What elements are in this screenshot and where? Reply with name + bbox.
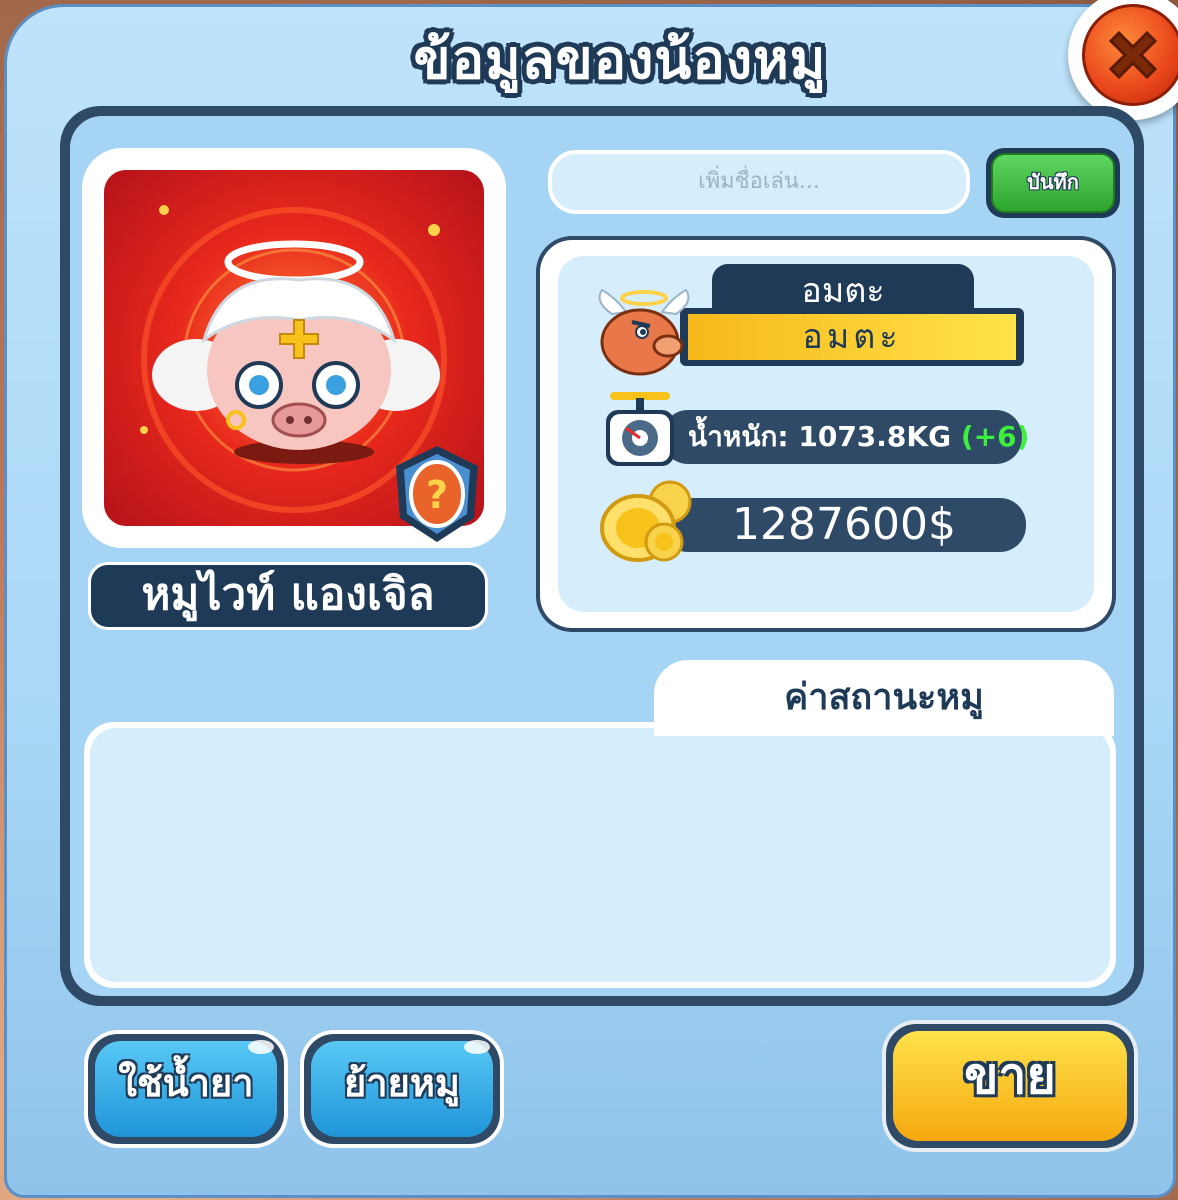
svg-text:?: ?	[426, 473, 448, 517]
weight-bar: น้ำหนัก: 1073.8KG (+6)	[662, 410, 1029, 464]
gold-coins-icon	[598, 478, 702, 568]
weight-text: น้ำหนัก: 1073.8KG (+6)	[688, 410, 1029, 464]
mystery-egg-badge-icon[interactable]: ?	[382, 438, 492, 548]
scale-icon	[596, 384, 684, 472]
winged-pig-icon	[592, 284, 696, 380]
stats-content	[90, 728, 1110, 982]
sell-button[interactable]: ขาย	[882, 1020, 1138, 1152]
move-pig-button[interactable]: ย้ายหมู	[300, 1030, 504, 1148]
weight-delta: (+6)	[960, 420, 1030, 453]
money-display: 1287600$	[662, 498, 1026, 552]
use-potion-button[interactable]: ใช้น้ำยา	[84, 1030, 288, 1148]
save-nickname-button[interactable]: บันทึก	[986, 148, 1120, 218]
save-nickname-label: บันทึก	[991, 153, 1115, 213]
button-shine	[248, 1040, 274, 1054]
button-shine	[464, 1040, 490, 1054]
nickname-input[interactable]: เพิ่มชื่อเล่น...	[548, 150, 970, 214]
weight-label: น้ำหนัก: 1073.8KG	[688, 420, 952, 453]
move-pig-label: ย้ายหมู	[311, 1041, 493, 1137]
status-bar: อมตะ	[680, 308, 1024, 366]
stats-tab[interactable]: ค่าสถานะหมู	[654, 660, 1114, 736]
pig-name: หมูไวท์ แองเจิล	[88, 562, 488, 630]
dialog-title: ข้อมูลของน้องหมู	[413, 28, 827, 91]
close-x-icon	[1082, 4, 1178, 106]
use-potion-label: ใช้น้ำยา	[95, 1041, 277, 1137]
status-value: อมตะ	[688, 314, 1016, 360]
stats-panel	[84, 722, 1116, 988]
sell-button-border: ขาย	[886, 1024, 1134, 1148]
sell-label: ขาย	[893, 1031, 1127, 1141]
